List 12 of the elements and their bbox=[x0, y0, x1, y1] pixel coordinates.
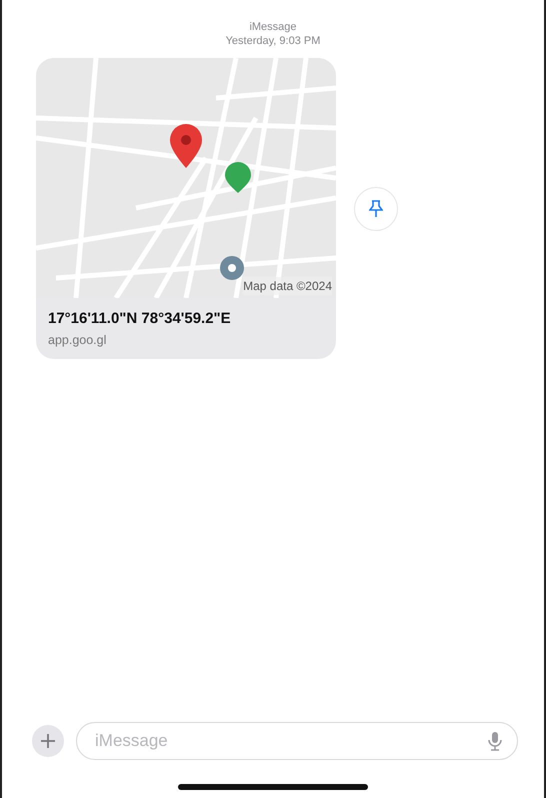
map-attribution: Map data ©2024 bbox=[243, 277, 332, 295]
link-domain: app.goo.gl bbox=[48, 332, 108, 349]
pushpin-icon bbox=[369, 200, 383, 218]
location-bubble[interactable]: Map data ©2024 17°16'11.0"N 78°34'59.2"E app.goo.gl bbox=[36, 58, 336, 360]
pin-button[interactable] bbox=[354, 186, 398, 231]
add-button[interactable] bbox=[32, 725, 64, 757]
plus-icon bbox=[41, 734, 55, 748]
service-label: iMessage bbox=[248, 20, 298, 34]
microphone-icon[interactable] bbox=[488, 731, 502, 751]
message-timestamp: Yesterday, 9:03 PM bbox=[224, 34, 322, 48]
location-coordinates: 17°16'11.0"N 78°34'59.2"E bbox=[48, 309, 232, 329]
message-input[interactable]: iMessage bbox=[76, 722, 518, 760]
